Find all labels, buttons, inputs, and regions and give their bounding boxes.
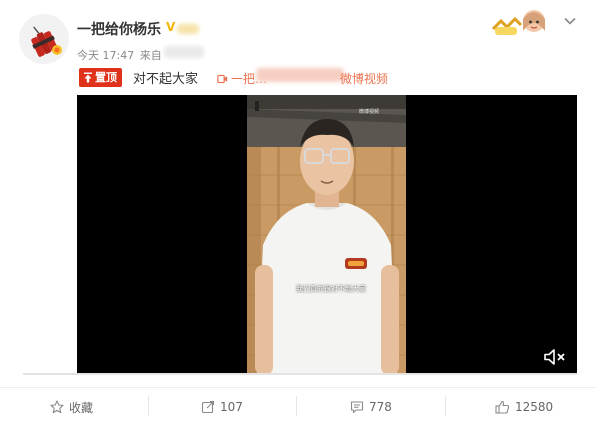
volume-muted-icon[interactable] [543, 348, 567, 366]
blurred-name-tail [177, 24, 199, 34]
weibo-post-card: 一把给你杨乐 V 今天 17:47 来自 置顶 对不起大家 一把… 微博视频 微… [0, 0, 595, 425]
video-link-tail-label: 微博视频 [340, 72, 389, 86]
comment-count: 778 [369, 400, 392, 414]
like-count: 12580 [515, 400, 554, 414]
action-bar: 收藏 107 778 12580 [0, 388, 595, 425]
video-player[interactable]: 微博视频 我们真的很对不起大家 [77, 95, 577, 375]
repost-button[interactable]: 107 [201, 398, 243, 416]
pinned-label: 置顶 [95, 71, 117, 84]
blurred-video-link [256, 68, 344, 82]
post-time[interactable]: 今天 17:47 [77, 49, 134, 62]
action-separator [445, 396, 446, 416]
avatar[interactable] [19, 14, 69, 64]
comment-button[interactable]: 778 [350, 398, 392, 416]
pinned-badge: 置顶 [79, 68, 122, 87]
blurred-source [164, 46, 204, 58]
action-separator [296, 396, 297, 416]
video-camera-icon [217, 74, 228, 83]
thumbs-up-icon [495, 400, 510, 414]
video-progress-bar[interactable] [23, 373, 577, 375]
video-subtitle: 我们真的很对不起大家 [296, 285, 366, 293]
action-separator [148, 396, 149, 416]
like-button[interactable]: 12580 [495, 398, 553, 416]
video-watermark: 微博视频 [359, 109, 380, 115]
post-meta: 今天 17:47 来自 [77, 47, 162, 63]
favorite-button[interactable]: 收藏 [50, 398, 93, 416]
post-source-label: 来自 [139, 49, 162, 62]
repost-count: 107 [220, 400, 243, 414]
post-headline: 对不起大家 [133, 72, 199, 87]
video-link-tail[interactable]: 微博视频 [340, 70, 388, 87]
star-icon [50, 400, 64, 414]
repost-icon [201, 400, 215, 414]
verified-badge: V [166, 20, 176, 34]
chevron-down-icon[interactable] [563, 16, 577, 26]
video-frame [247, 95, 406, 375]
favorite-label: 收藏 [69, 400, 94, 415]
comment-icon [350, 401, 364, 414]
pin-icon [84, 72, 92, 83]
author-name[interactable]: 一把给你杨乐 [77, 19, 161, 39]
decorative-sticker [491, 7, 547, 39]
